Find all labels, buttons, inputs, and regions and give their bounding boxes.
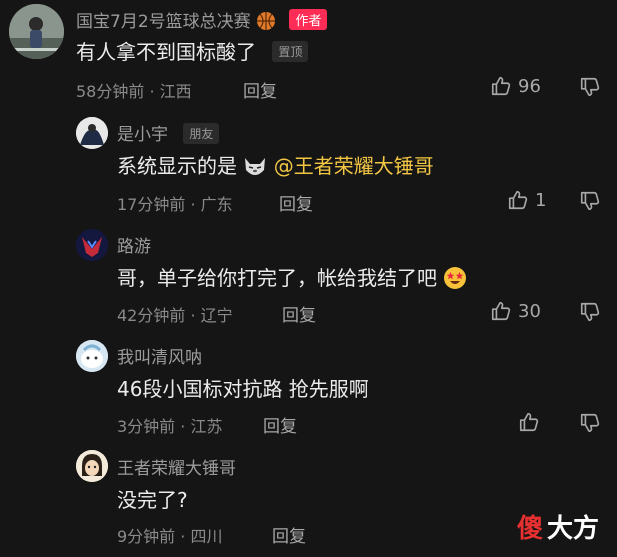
watermark-text: 大方 — [546, 514, 599, 544]
dislike-button[interactable] — [579, 301, 601, 327]
like-button[interactable]: 96 — [490, 75, 541, 97]
avatar[interactable] — [9, 4, 64, 59]
comment-text-body: 有人拿不到国标酸了 — [76, 40, 256, 64]
reply-button[interactable]: 回复 — [282, 301, 316, 326]
cat-face-icon — [243, 156, 267, 183]
like-button[interactable] — [518, 411, 540, 433]
basketball-icon — [256, 11, 276, 36]
comment-meta: 58分钟前 · 江西 — [76, 82, 192, 101]
comment-meta: 42分钟前 · 辽宁 — [117, 306, 233, 325]
thumbs-down-icon — [580, 191, 600, 211]
username-text[interactable]: 我叫清风呐 — [117, 348, 202, 368]
watermark-char: 傻 — [516, 514, 543, 544]
comment-meta: 9分钟前 · 四川 — [117, 527, 223, 546]
avatar[interactable] — [76, 340, 108, 372]
comment-text: 哥，单子给你打完了，帐给我结了吧 — [117, 262, 467, 295]
reply-button[interactable]: 回复 — [279, 190, 313, 215]
username[interactable]: 我叫清风呐 — [117, 343, 202, 368]
pinned-badge: 置顶 — [272, 41, 309, 62]
username-text[interactable]: 是小宇 — [117, 125, 168, 145]
thumbs-down-icon — [580, 302, 600, 322]
thumbs-up-icon — [519, 412, 539, 432]
username-text[interactable]: 王者荣耀大锤哥 — [117, 459, 236, 479]
watermark-logo: 傻 大方 — [517, 508, 599, 545]
like-button[interactable]: 30 — [490, 300, 541, 322]
like-count: 96 — [518, 75, 541, 97]
comment-text: 46段小国标对抗路 抢先服啊 — [117, 377, 369, 401]
like-button[interactable]: 1 — [507, 189, 546, 211]
reply-button[interactable]: 回复 — [272, 522, 306, 547]
star-struck-emoji-icon — [443, 266, 467, 295]
avatar[interactable] — [76, 117, 108, 149]
thumbs-down-icon — [580, 413, 600, 433]
username[interactable]: 王者荣耀大锤哥 — [117, 454, 236, 479]
comment-text: 有人拿不到国标酸了 置顶 — [76, 36, 309, 65]
reply-button[interactable]: 回复 — [243, 77, 277, 102]
comment-text: 系统显示的是 @王者荣耀大锤哥 — [117, 150, 434, 183]
friend-badge: 朋友 — [183, 123, 220, 144]
username-text[interactable]: 国宝7月2号篮球总决赛 — [76, 12, 251, 32]
dislike-button[interactable] — [579, 76, 601, 102]
comment-text-prefix: 系统显示的是 — [117, 154, 237, 178]
username-text[interactable]: 路游 — [117, 237, 151, 257]
dislike-button[interactable] — [579, 412, 601, 438]
comment-text-body: 哥，单子给你打完了，帐给我结了吧 — [117, 266, 437, 290]
username[interactable]: 路游 — [117, 232, 151, 257]
thumbs-up-icon — [491, 301, 511, 321]
avatar[interactable] — [76, 450, 108, 482]
dislike-button[interactable] — [579, 190, 601, 216]
thumbs-up-icon — [491, 76, 511, 96]
username[interactable]: 是小宇 朋友 — [117, 120, 220, 145]
thumbs-down-icon — [580, 77, 600, 97]
author-badge: 作者 — [289, 9, 328, 30]
like-count: 30 — [518, 300, 541, 322]
mention-link[interactable]: @王者荣耀大锤哥 — [274, 154, 434, 178]
comment-meta: 17分钟前 · 广东 — [117, 195, 233, 214]
reply-button[interactable]: 回复 — [263, 412, 297, 437]
thumbs-up-icon — [508, 190, 528, 210]
comment-text: 没完了? — [117, 488, 188, 512]
comment-meta: 3分钟前 · 江苏 — [117, 417, 223, 436]
like-count: 1 — [535, 189, 547, 211]
username[interactable]: 国宝7月2号篮球总决赛 作者 — [76, 7, 328, 36]
avatar[interactable] — [76, 229, 108, 261]
